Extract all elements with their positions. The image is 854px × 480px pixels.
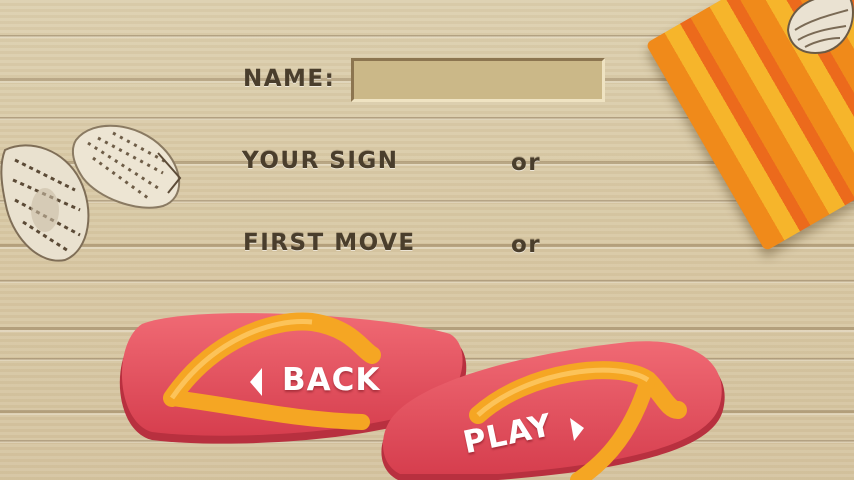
seashell-icon: [786, 0, 854, 54]
game-screen: NAME: YOUR SIGN or FIRST MOVE or BACK PL…: [0, 0, 854, 480]
plank-seam: [0, 280, 854, 283]
your-sign-label: YOUR SIGN: [242, 148, 399, 174]
move-or-label: or: [511, 232, 542, 258]
name-label: NAME:: [243, 66, 336, 92]
sign-or-label: or: [511, 150, 542, 176]
first-move-label: FIRST MOVE: [243, 230, 416, 256]
play-button[interactable]: PLAY: [378, 340, 733, 480]
seashell-icon: [0, 144, 90, 262]
back-label: BACK: [282, 362, 381, 398]
flip-flop-icon: [381, 341, 725, 480]
name-input[interactable]: [351, 58, 605, 102]
